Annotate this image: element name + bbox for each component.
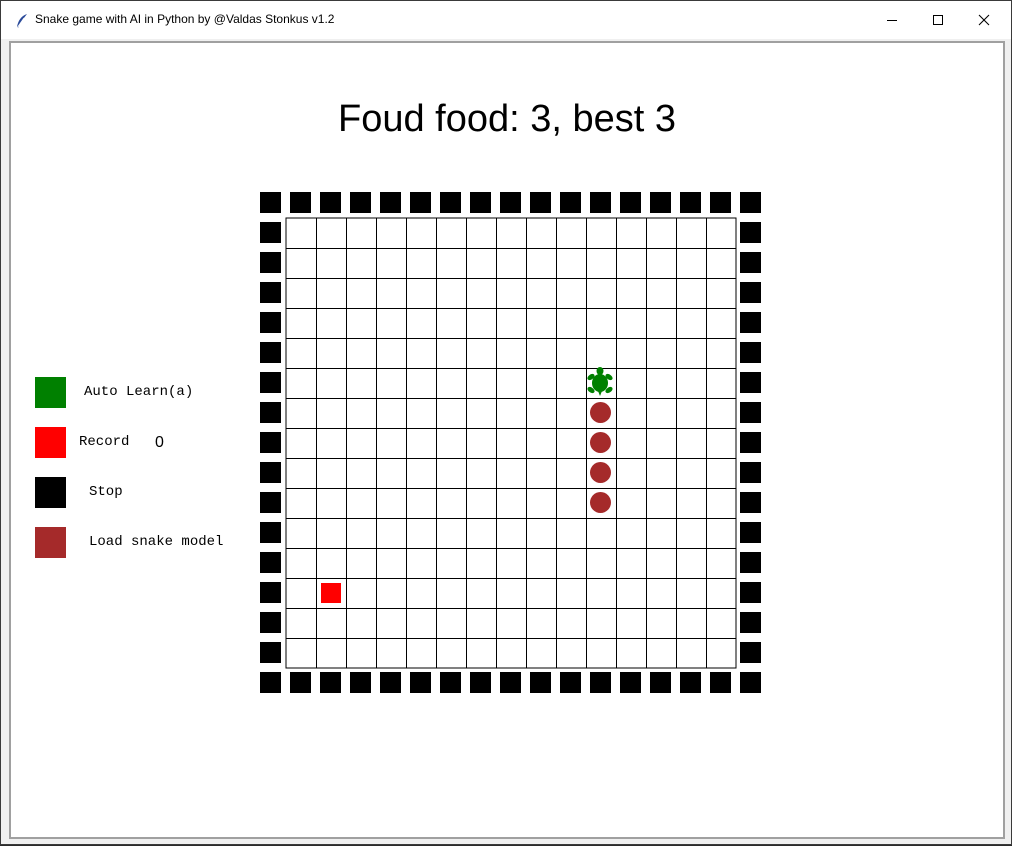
wall-block [740, 672, 761, 693]
wall-block [380, 672, 401, 693]
food-item [321, 583, 341, 603]
wall-block [590, 192, 611, 213]
wall-block [290, 192, 311, 213]
wall-block [590, 672, 611, 693]
snake-body-segment [590, 492, 611, 513]
wall-block [380, 192, 401, 213]
wall-block [740, 612, 761, 633]
wall-block [260, 582, 281, 603]
wall-block [260, 222, 281, 243]
wall-block [500, 192, 521, 213]
wall-block [740, 552, 761, 573]
wall-block [260, 342, 281, 363]
wall-block [470, 192, 491, 213]
wall-block [740, 312, 761, 333]
wall-block [260, 672, 281, 693]
wall-block [260, 192, 281, 213]
wall-block [680, 192, 701, 213]
wall-block [260, 402, 281, 423]
wall-block [740, 372, 761, 393]
wall-block [740, 582, 761, 603]
wall-block [650, 672, 671, 693]
wall-block [320, 672, 341, 693]
wall-block [560, 192, 581, 213]
wall-block [740, 492, 761, 513]
wall-block [530, 672, 551, 693]
wall-block [410, 192, 431, 213]
wall-block [260, 372, 281, 393]
wall-block [620, 672, 641, 693]
wall-block [260, 522, 281, 543]
wall-block [260, 492, 281, 513]
wall-block [350, 192, 371, 213]
wall-block [320, 192, 341, 213]
snake-body-segment [590, 432, 611, 453]
wall-block [530, 192, 551, 213]
wall-block [260, 252, 281, 273]
wall-block [740, 642, 761, 663]
wall-block [740, 222, 761, 243]
wall-block [260, 462, 281, 483]
wall-block [650, 192, 671, 213]
wall-block [440, 672, 461, 693]
wall-block [740, 252, 761, 273]
wall-block [410, 672, 431, 693]
wall-block [260, 642, 281, 663]
grid-area [285, 217, 737, 669]
wall-block [740, 522, 761, 543]
app-window: Snake game with AI in Python by @Valdas … [0, 0, 1012, 845]
wall-block [740, 192, 761, 213]
wall-block [290, 672, 311, 693]
wall-block [740, 432, 761, 453]
wall-block [500, 672, 521, 693]
wall-block [710, 192, 731, 213]
wall-block [740, 462, 761, 483]
snake-body-segment [590, 402, 611, 423]
wall-block [740, 342, 761, 363]
snake-body-segment [590, 462, 611, 483]
wall-block [560, 672, 581, 693]
wall-block [740, 282, 761, 303]
wall-block [260, 282, 281, 303]
wall-block [680, 672, 701, 693]
wall-block [710, 672, 731, 693]
wall-block [740, 402, 761, 423]
wall-block [470, 672, 491, 693]
wall-block [260, 432, 281, 453]
wall-block [260, 552, 281, 573]
wall-block [620, 192, 641, 213]
wall-block [260, 312, 281, 333]
game-board [260, 192, 761, 693]
wall-block [260, 612, 281, 633]
wall-block [440, 192, 461, 213]
wall-block [350, 672, 371, 693]
